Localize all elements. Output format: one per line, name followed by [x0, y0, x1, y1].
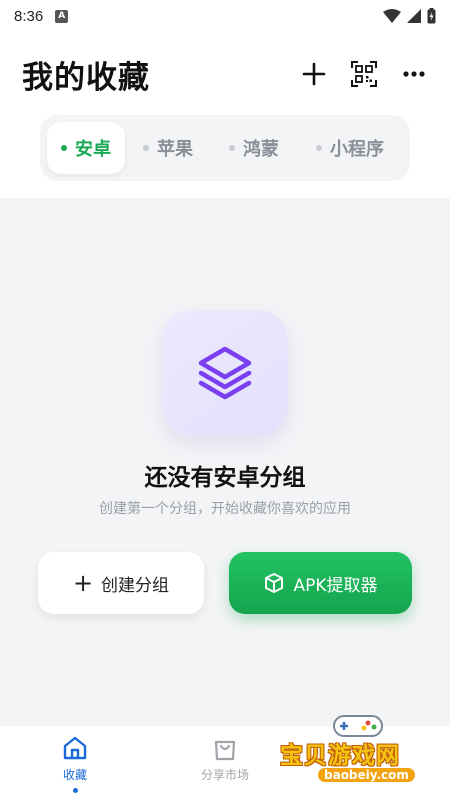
tab-harmony[interactable]: 鸿蒙	[211, 122, 297, 174]
box-icon	[265, 573, 284, 593]
tab-dot	[316, 145, 322, 151]
shopping-bag-icon	[214, 740, 236, 761]
status-bar: 8:36 A	[0, 0, 450, 32]
page-title: 我的收藏	[22, 59, 150, 96]
tab-dot	[229, 145, 235, 151]
wifi-icon	[383, 9, 401, 23]
apk-extractor-button[interactable]: APK提取器	[229, 552, 412, 614]
tab-label: 苹果	[157, 139, 193, 160]
create-group-button[interactable]: + 创建分组	[38, 552, 204, 614]
status-time: 8:36	[14, 7, 44, 25]
empty-state: 还没有安卓分组 创建第一个分组，开始收藏你喜欢的应用 + 创建分组 APK提取器	[0, 198, 450, 726]
tab-mini-program[interactable]: 小程序	[297, 122, 403, 174]
tab-label: 鸿蒙	[243, 139, 279, 160]
tab-label: 安卓	[75, 139, 111, 160]
notification-app-icon: A	[55, 9, 69, 23]
add-button[interactable]	[300, 60, 328, 88]
scan-button[interactable]	[350, 60, 378, 88]
apk-extractor-label: APK提取器	[293, 575, 378, 596]
tab-dot	[61, 145, 67, 151]
empty-state-subtitle: 创建第一个分组，开始收藏你喜欢的应用	[99, 501, 351, 517]
watermark-logo: 宝贝游戏网 baobeiy.com	[272, 710, 444, 792]
qr-scan-icon	[351, 61, 377, 87]
nav-item-favorites[interactable]: 收藏	[0, 726, 150, 800]
nav-label: 分享市场	[200, 768, 249, 782]
nav-label: 收藏	[62, 768, 87, 782]
header: 我的收藏	[0, 44, 450, 104]
more-horizontal-icon	[403, 71, 425, 77]
platform-tabs: 安卓 苹果 鸿蒙 小程序	[40, 115, 410, 181]
empty-state-title: 还没有安卓分组	[144, 465, 306, 491]
plus-icon	[302, 62, 326, 86]
layers-icon	[198, 346, 252, 400]
watermark-url: baobeiy.com	[318, 768, 415, 782]
nav-active-indicator	[72, 788, 78, 793]
create-group-label: 创建分组	[101, 575, 170, 596]
more-button[interactable]	[400, 60, 428, 88]
status-icons	[383, 8, 436, 24]
tab-label: 小程序	[330, 139, 384, 160]
empty-state-icon-box	[162, 310, 288, 436]
battery-icon	[427, 8, 436, 24]
watermark-text: 宝贝游戏网	[280, 743, 400, 769]
tab-android[interactable]: 安卓	[47, 122, 125, 174]
header-actions	[300, 60, 428, 88]
plus-icon: +	[72, 569, 94, 597]
tab-dot	[143, 145, 149, 151]
home-icon	[63, 736, 87, 760]
tab-apple[interactable]: 苹果	[125, 122, 211, 174]
signal-icon	[407, 9, 421, 23]
